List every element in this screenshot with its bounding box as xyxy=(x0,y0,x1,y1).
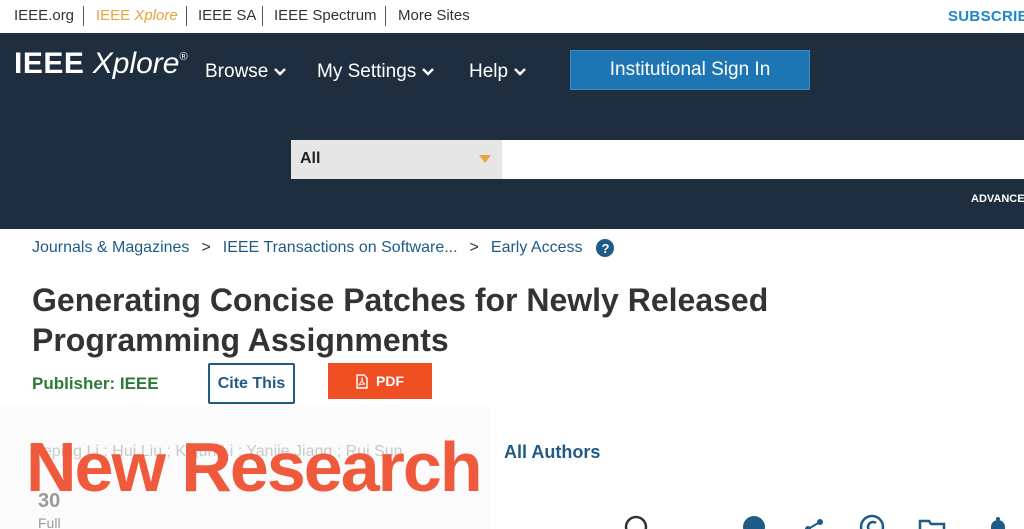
breadcrumb-early-access[interactable]: Early Access xyxy=(491,239,583,257)
nav-my-settings[interactable]: My Settings xyxy=(317,61,435,83)
ieee-org-link[interactable]: IEEE.org xyxy=(14,7,74,24)
nav-my-settings-label: My Settings xyxy=(317,61,417,82)
page-title: Generating Concise Patches for Newly Rel… xyxy=(32,282,769,358)
caret-down-icon xyxy=(479,155,491,163)
publisher-name: IEEE xyxy=(119,374,159,393)
citation-label: Full xyxy=(38,515,61,529)
ieee-sa-link[interactable]: IEEE SA xyxy=(198,7,256,24)
pdf-icon xyxy=(356,373,368,389)
chevron-down-icon xyxy=(422,68,435,76)
ieee-xplore-link[interactable]: IEEE Xplore xyxy=(96,7,178,24)
new-research-overlay: New Research xyxy=(26,428,483,506)
breadcrumb-separator: > xyxy=(469,239,479,256)
all-authors-link[interactable]: All Authors xyxy=(504,442,600,463)
xplore-link-prefix: IEEE xyxy=(96,7,135,24)
ieee-spectrum-link[interactable]: IEEE Spectrum xyxy=(274,7,377,24)
reference-icon[interactable] xyxy=(740,513,768,529)
top-utility-bar: IEEE.org IEEE Xplore IEEE SA IEEE Spectr… xyxy=(0,0,1024,33)
publisher-label: Publisher: xyxy=(32,374,116,393)
bell-icon[interactable] xyxy=(984,513,1012,529)
site-header: IEEE Xplore® Browse My Settings Help Ins… xyxy=(0,33,1024,229)
search-icon[interactable] xyxy=(622,513,650,529)
help-icon[interactable]: ? xyxy=(596,239,615,257)
chevron-down-icon xyxy=(274,68,287,76)
pdf-button-label: PDF xyxy=(376,373,404,389)
search-scope-value: All xyxy=(300,150,321,167)
xplore-link-suffix: Xplore xyxy=(134,7,178,24)
nav-browse-label: Browse xyxy=(205,61,269,82)
nav-browse[interactable]: Browse xyxy=(205,61,287,83)
breadcrumb-separator: > xyxy=(201,239,211,256)
nav-help[interactable]: Help xyxy=(469,61,526,83)
institutional-sign-in-button[interactable]: Institutional Sign In xyxy=(570,50,810,90)
copyright-icon[interactable] xyxy=(858,513,886,529)
breadcrumb-publication[interactable]: IEEE Transactions on Software... xyxy=(223,239,458,257)
breadcrumb: Journals & Magazines > IEEE Transactions… xyxy=(32,239,615,257)
cite-this-button[interactable]: Cite This xyxy=(208,363,295,404)
breadcrumb-journals[interactable]: Journals & Magazines xyxy=(32,239,189,257)
share-icon[interactable] xyxy=(800,513,828,529)
advanced-search-link[interactable]: ADVANCED xyxy=(971,193,1024,205)
search-scope-select[interactable]: All xyxy=(291,140,502,179)
search-bar: All xyxy=(291,140,1024,179)
divider xyxy=(385,6,386,26)
chevron-down-icon xyxy=(514,68,526,76)
logo-registered-mark: ® xyxy=(179,51,188,63)
logo-product: Xplore xyxy=(92,47,180,80)
ieee-xplore-logo[interactable]: IEEE Xplore® xyxy=(14,47,188,81)
subscribe-link[interactable]: SUBSCRIBE xyxy=(948,8,1024,25)
search-input[interactable] xyxy=(502,140,1024,179)
logo-brand: IEEE xyxy=(14,47,85,80)
more-sites-link[interactable]: More Sites xyxy=(398,7,470,24)
folder-icon[interactable] xyxy=(918,513,946,529)
nav-help-label: Help xyxy=(469,61,509,82)
publisher-info: Publisher: IEEE xyxy=(32,374,159,394)
divider xyxy=(186,6,187,26)
divider xyxy=(262,6,263,26)
divider xyxy=(83,6,84,26)
pdf-button[interactable]: PDF xyxy=(328,363,432,399)
